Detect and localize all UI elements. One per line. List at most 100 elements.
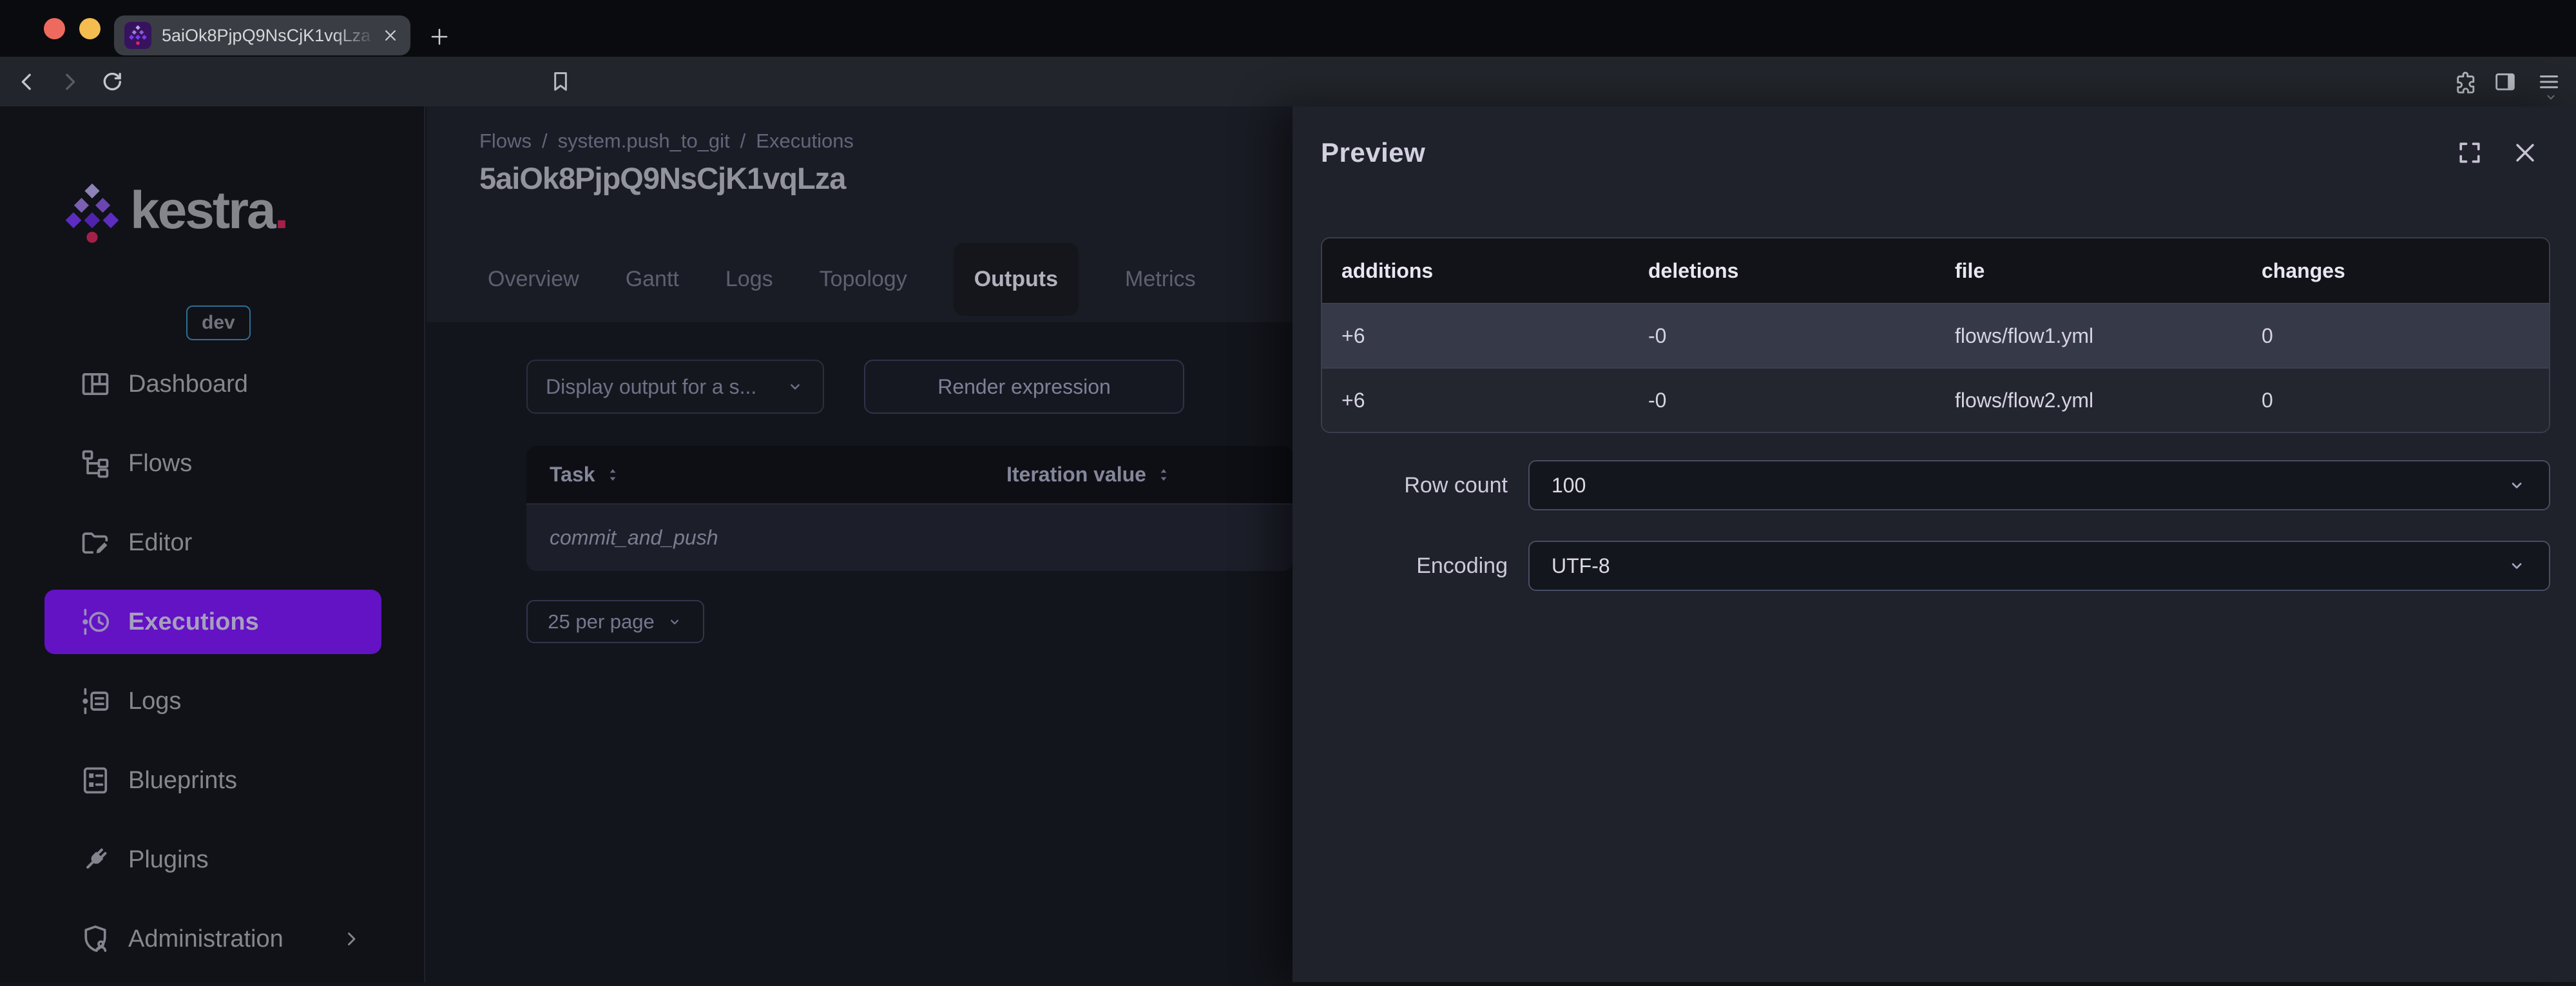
blueprints-icon (79, 764, 112, 797)
sidebar-item-plugins[interactable]: Plugins (44, 827, 381, 892)
sidebar-item-label: Administration (128, 925, 284, 953)
dashboard-icon (79, 367, 112, 401)
encoding-field: Encoding UTF-8 (1321, 541, 2550, 591)
encoding-label: Encoding (1321, 554, 1508, 579)
sidebar-item-blueprints[interactable]: Blueprints (44, 748, 381, 813)
tab-gantt[interactable]: Gantt (626, 243, 679, 316)
breadcrumb-flows[interactable]: Flows (479, 130, 532, 153)
render-expression-button[interactable]: Render expression (864, 360, 1184, 414)
task-name[interactable]: commit_and_push (526, 526, 718, 550)
sidebar-item-label: Blueprints (128, 767, 237, 795)
browser-tab[interactable]: 5aiOk8PjpQ9NsCjK1vqLza | Ke (114, 15, 410, 55)
chevron-down-icon (785, 377, 805, 396)
row-count-select[interactable]: 100 (1528, 460, 2550, 510)
extensions-icon[interactable] (2454, 69, 2479, 95)
browser-tab-title: 5aiOk8PjpQ9NsCjK1vqLza | Ke (162, 26, 381, 46)
window-minimize-button[interactable] (79, 18, 101, 39)
editor-icon (79, 526, 112, 559)
bookmark-icon[interactable] (548, 68, 573, 94)
window-close-button[interactable] (44, 18, 65, 39)
encoding-select[interactable]: UTF-8 (1528, 541, 2550, 591)
cell-file: flows/flow1.yml (1936, 324, 2242, 348)
kestra-favicon-icon (124, 22, 151, 49)
preview-title: Preview (1321, 137, 1425, 168)
tab-close-icon[interactable] (381, 26, 400, 45)
sidebar-item-label: Plugins (128, 846, 209, 874)
display-output-select[interactable]: Display output for a s... (526, 360, 824, 414)
logs-icon (79, 684, 112, 718)
tab-topology[interactable]: Topology (820, 243, 907, 316)
kestra-app: kestra. dev Dashboard Flows Editor Execu… (0, 106, 2576, 982)
tab-outputs[interactable]: Outputs (954, 243, 1079, 316)
column-additions: additions (1322, 259, 1629, 283)
row-count-value: 100 (1552, 474, 1586, 498)
sort-icon[interactable] (603, 465, 622, 485)
sidebar-item-label: Logs (128, 688, 181, 715)
executions-icon (79, 605, 112, 639)
toolbar-collapse-icon[interactable] (2544, 90, 2558, 104)
breadcrumb-separator: / (542, 130, 548, 153)
tab-logs[interactable]: Logs (726, 243, 773, 316)
kestra-logo[interactable]: kestra. (64, 181, 287, 246)
iteration-column-header[interactable]: Iteration value (1006, 463, 1146, 487)
sidebar-item-label: Dashboard (128, 371, 248, 398)
row-count-label: Row count (1321, 473, 1508, 498)
sidebar-item-editor[interactable]: Editor (44, 510, 381, 575)
sidebar-item-label: Flows (128, 450, 192, 478)
table-row[interactable]: +6 -0 flows/flow2.yml 0 (1322, 367, 2549, 432)
task-column-header[interactable]: Task (550, 463, 595, 487)
cell-deletions: -0 (1629, 389, 1936, 412)
new-tab-icon[interactable] (427, 24, 452, 49)
sidebar-item-dashboard[interactable]: Dashboard (44, 352, 381, 416)
kestra-logo-icon (64, 181, 120, 246)
table-row[interactable]: +6 -0 flows/flow1.yml 0 (1322, 303, 2549, 367)
per-page-select[interactable]: 25 per page (526, 600, 704, 643)
encoding-value: UTF-8 (1552, 554, 1610, 578)
sidebar-item-logs[interactable]: Logs (44, 669, 381, 733)
flows-icon (79, 447, 112, 480)
sidebar-item-executions[interactable]: Executions (44, 590, 381, 654)
breadcrumb-executions[interactable]: Executions (756, 130, 854, 153)
column-deletions: deletions (1629, 259, 1936, 283)
cell-changes: 0 (2242, 389, 2549, 412)
browser-tab-strip: 5aiOk8PjpQ9NsCjK1vqLza | Ke (0, 0, 2576, 57)
chevron-down-icon (2506, 556, 2527, 576)
sidebar-item-label: Editor (128, 529, 192, 557)
breadcrumb-separator: / (740, 130, 746, 153)
administration-icon (79, 922, 112, 956)
logo-dot: . (274, 181, 287, 240)
fullscreen-icon[interactable] (2456, 139, 2484, 167)
sidebar-item-administration[interactable]: Administration (44, 907, 381, 971)
sort-icon[interactable] (1154, 465, 1173, 485)
cell-additions: +6 (1322, 324, 1629, 348)
cell-additions: +6 (1322, 389, 1629, 412)
tab-metrics[interactable]: Metrics (1125, 243, 1196, 316)
sidebar-toggle-icon[interactable] (2492, 69, 2518, 95)
plugins-icon (79, 843, 112, 876)
column-file: file (1936, 259, 2242, 283)
tab-overview[interactable]: Overview (488, 243, 579, 316)
breadcrumb-namespace-flow[interactable]: system.push_to_git (558, 130, 730, 153)
display-output-select-value: Display output for a s... (546, 375, 756, 399)
breadcrumb: Flows / system.push_to_git / Executions (479, 130, 854, 153)
column-changes: changes (2242, 259, 2549, 283)
row-count-field: Row count 100 (1321, 460, 2550, 510)
execution-tabs: Overview Gantt Logs Topology Outputs Met… (488, 243, 1196, 316)
preview-table-header: additions deletions file changes (1322, 238, 2549, 303)
cell-deletions: -0 (1629, 324, 1936, 348)
table-row[interactable]: commit_and_push (526, 503, 1293, 571)
close-icon[interactable] (2511, 139, 2539, 167)
render-expression-label: Render expression (937, 375, 1111, 399)
chevron-down-icon (2506, 475, 2527, 496)
task-table-header: Task Iteration value (526, 446, 1293, 503)
back-icon[interactable] (14, 69, 40, 95)
chevron-right-icon (340, 928, 362, 950)
reload-icon[interactable] (99, 69, 125, 95)
sidebar-item-flows[interactable]: Flows (44, 431, 381, 496)
outputs-task-table: Task Iteration value commit_and_push (526, 446, 1293, 571)
kestra-wordmark: kestra. (130, 181, 287, 240)
cell-file: flows/flow2.yml (1936, 389, 2242, 412)
forward-icon[interactable] (57, 69, 82, 95)
preview-table: additions deletions file changes +6 -0 f… (1321, 237, 2550, 433)
sidebar-item-label: Executions (128, 608, 259, 636)
